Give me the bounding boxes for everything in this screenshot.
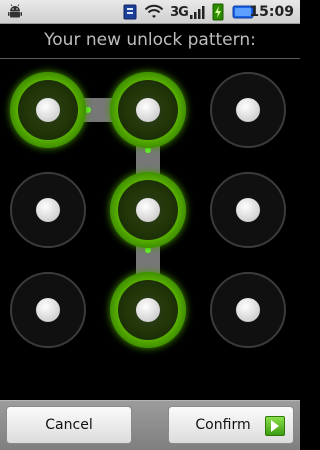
pattern-area[interactable]: [0, 59, 300, 400]
bottom-bar: Cancel Confirm: [0, 400, 300, 450]
usb-icon: [120, 3, 140, 21]
pattern-node-row3col3[interactable]: [210, 272, 286, 348]
pattern-canvas[interactable]: [0, 59, 300, 400]
pattern-node-row3col1[interactable]: [10, 272, 86, 348]
network-type-label: 3G: [170, 4, 189, 20]
signal-icon: [188, 3, 206, 21]
pattern-node-row3col2[interactable]: [110, 272, 186, 348]
pattern-node-row2col1[interactable]: [10, 172, 86, 248]
status-time: 15:09: [249, 4, 294, 20]
pattern-title: Your new unlock pattern:: [44, 30, 256, 50]
pattern-node-row1col3[interactable]: [210, 72, 286, 148]
wifi-icon: [144, 3, 164, 21]
android-debug-icon: [6, 3, 24, 21]
cancel-button[interactable]: Cancel: [6, 406, 132, 444]
pattern-node-row2col2[interactable]: [110, 172, 186, 248]
arrow-right-icon: [265, 416, 285, 436]
confirm-button[interactable]: Confirm: [168, 406, 294, 444]
confirm-button-label: Confirm: [195, 417, 251, 433]
status-bar: 3G 15:09: [0, 0, 300, 24]
pattern-node-row1col2[interactable]: [110, 72, 186, 148]
pattern-node-row1col1[interactable]: [10, 72, 86, 148]
pattern-node-row2col3[interactable]: [210, 172, 286, 248]
cancel-button-label: Cancel: [45, 417, 93, 433]
charging-icon: [210, 3, 226, 21]
